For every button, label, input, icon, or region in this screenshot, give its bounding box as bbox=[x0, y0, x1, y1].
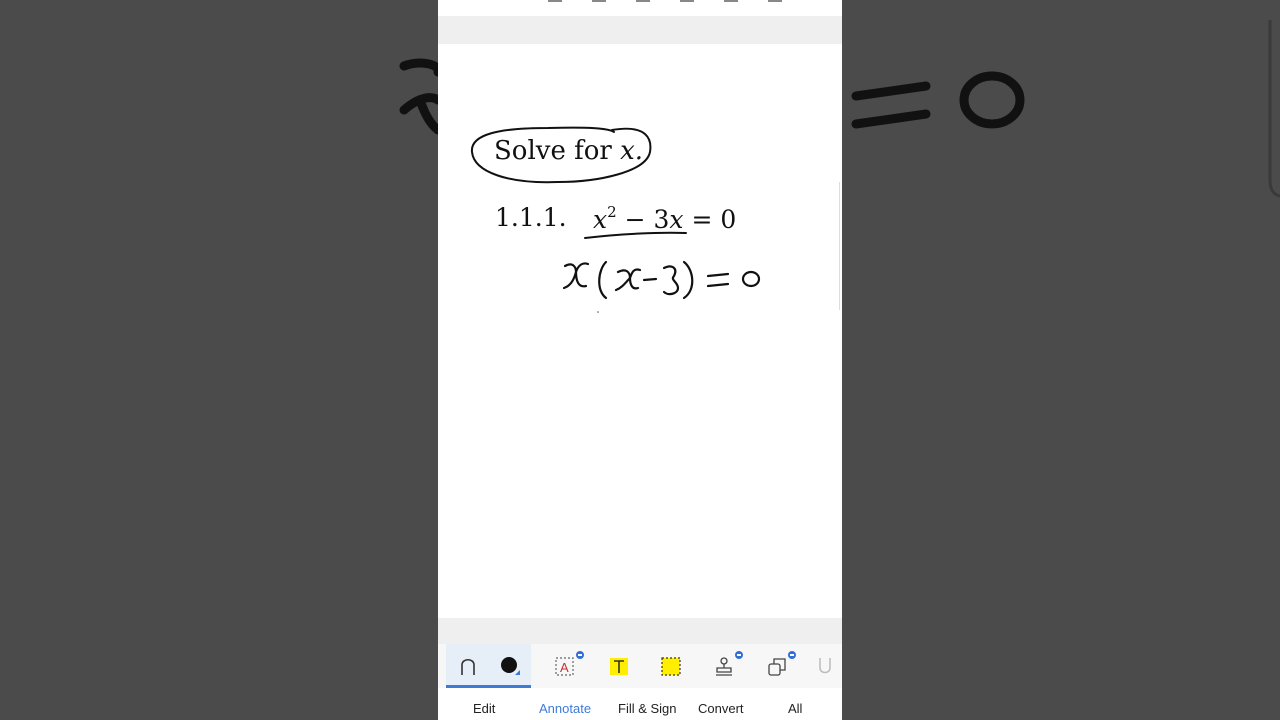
stamp-tool-button[interactable] bbox=[707, 644, 743, 688]
underline-tool-button[interactable] bbox=[816, 644, 842, 688]
stamp-icon bbox=[716, 657, 732, 676]
premium-badge-icon bbox=[735, 651, 743, 659]
annotation-toolbar: A bbox=[438, 644, 842, 688]
ink-factored-equation bbox=[562, 260, 761, 300]
text-box-icon: A bbox=[555, 657, 574, 676]
svg-text:A: A bbox=[560, 660, 569, 675]
tab-edit[interactable]: Edit bbox=[473, 701, 495, 716]
pen-icon bbox=[460, 658, 475, 675]
tab-convert[interactable]: Convert bbox=[698, 701, 744, 716]
text-highlight-tool-button[interactable] bbox=[602, 644, 636, 688]
area-highlight-tool-button[interactable] bbox=[654, 644, 688, 688]
color-dot-icon bbox=[501, 657, 520, 675]
premium-badge-icon bbox=[788, 651, 796, 659]
tab-annotate[interactable]: Annotate bbox=[539, 701, 591, 716]
page-gap-bottom bbox=[438, 618, 842, 644]
ink-underline-equation bbox=[584, 231, 687, 239]
shapes-icon bbox=[768, 658, 786, 676]
pen-tool-button[interactable] bbox=[446, 644, 489, 688]
tab-fill-sign[interactable]: Fill & Sign bbox=[618, 701, 677, 716]
premium-badge-icon bbox=[576, 651, 584, 659]
area-highlight-icon bbox=[661, 657, 681, 676]
ink-circle-heading bbox=[470, 126, 652, 184]
ink-annotations[interactable] bbox=[438, 0, 842, 720]
shapes-tool-button[interactable] bbox=[760, 644, 796, 688]
phone-screen: Solve for x. 1.1.1. x2 − 3x = 0 A Edit A… bbox=[438, 0, 842, 720]
underline-icon bbox=[819, 658, 831, 674]
text-box-tool-button[interactable]: A bbox=[548, 644, 584, 688]
text-highlight-icon bbox=[610, 658, 628, 675]
color-picker-button[interactable] bbox=[489, 644, 531, 688]
tab-all[interactable]: All bbox=[788, 701, 802, 716]
